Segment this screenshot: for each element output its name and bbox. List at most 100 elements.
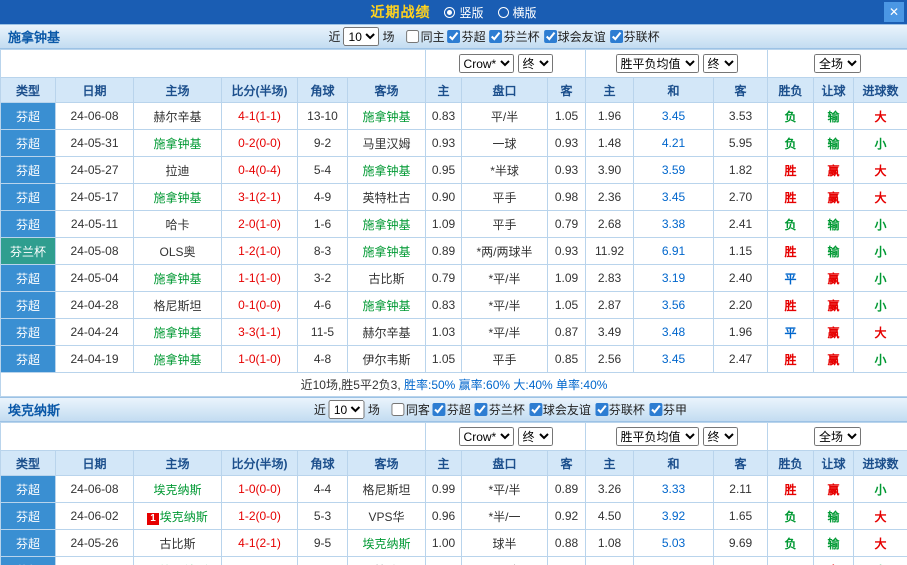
column-header-5: 角球: [298, 78, 348, 103]
near-count-select[interactable]: 10: [344, 27, 380, 46]
league-filter-checkbox[interactable]: 芬兰杯: [490, 28, 540, 45]
cell-euro-draw-odds: 6.91: [634, 238, 714, 265]
column-header-1: 类型: [1, 451, 56, 476]
league-checkbox-input[interactable]: [448, 30, 461, 43]
league-filter-checkbox[interactable]: 芬联杯: [595, 401, 645, 418]
handicap-period-select[interactable]: 终: [518, 54, 553, 73]
cell-league-type: 芬超: [1, 319, 56, 346]
cell-handicap-result: 赢: [814, 319, 854, 346]
league-filter-checkbox[interactable]: 球会友谊: [544, 28, 606, 45]
scope-select[interactable]: 全场: [814, 54, 861, 73]
league-checkbox-input[interactable]: [610, 30, 623, 43]
euro-period-select[interactable]: 终: [703, 54, 738, 73]
column-header-8: 盘口: [462, 451, 548, 476]
column-header-9: 客: [548, 78, 586, 103]
cell-goals-result: 小: [854, 130, 907, 157]
euro-period-select[interactable]: 终: [703, 427, 738, 446]
cell-away-team: 施拿钟基: [348, 103, 426, 130]
league-filter-checkbox[interactable]: 芬联杯: [610, 28, 660, 45]
cell-away-team: 伊尔韦斯: [348, 346, 426, 373]
league-checkbox-input[interactable]: [595, 403, 608, 416]
layout-radio-horizontal[interactable]: 横版: [498, 4, 537, 21]
league-filter-checkbox[interactable]: 芬兰杯: [475, 401, 525, 418]
league-checkbox-input[interactable]: [529, 403, 542, 416]
league-label: 球会友谊: [558, 28, 606, 45]
team-name-text: OLS奥: [159, 245, 195, 259]
cell-home-team: 拉迪: [134, 157, 222, 184]
league-label: 球会友谊: [543, 401, 591, 418]
same-away-checkbox-input[interactable]: [392, 403, 405, 416]
cell-league-type: 芬兰杯: [1, 238, 56, 265]
bookmaker-select[interactable]: Crow*: [459, 54, 514, 73]
cell-handicap-result: 赢: [814, 346, 854, 373]
close-button[interactable]: ✕: [884, 2, 904, 22]
cell-handicap-home-odds: 0.89: [426, 238, 462, 265]
cell-league-type: 芬超: [1, 211, 56, 238]
cell-corners: 4-6: [298, 292, 348, 319]
cell-corners: 4-4: [298, 476, 348, 503]
cell-handicap-home-odds: 0.93: [426, 130, 462, 157]
near-count-select[interactable]: 10: [329, 400, 365, 419]
league-filter-checkbox[interactable]: 芬超: [448, 28, 486, 45]
bookmaker-select[interactable]: Crow*: [459, 427, 514, 446]
cell-euro-draw-odds: 3.48: [634, 319, 714, 346]
cell-euro-away-odds: 1.96: [714, 319, 768, 346]
league-checkbox-input[interactable]: [433, 403, 446, 416]
cell-home-team: 施拿钟基: [134, 319, 222, 346]
league-filter-checkbox[interactable]: 球会友谊: [529, 401, 591, 418]
odds-average-select[interactable]: 胜平负均值: [616, 427, 699, 446]
same-home-checkbox-input[interactable]: [407, 30, 420, 43]
cell-handicap-away-odds: 0.98: [548, 184, 586, 211]
cell-goals-result: 小: [854, 557, 907, 565]
same-venue-checkbox[interactable]: 同客: [392, 401, 430, 418]
column-header-10: 主: [586, 451, 634, 476]
team-name-text: 施拿钟基: [363, 245, 411, 259]
cell-handicap-away-odds: 0.99: [548, 557, 586, 565]
cell-home-team: 施拿钟基: [134, 130, 222, 157]
cell-home-team: 格尼斯坦: [134, 292, 222, 319]
cell-goals-result: 小: [854, 476, 907, 503]
cell-euro-home-odds: 2.56: [586, 346, 634, 373]
cell-score: 0-4(0-4): [222, 157, 298, 184]
cell-result: 负: [768, 530, 814, 557]
cell-home-team: 1埃克纳斯: [134, 503, 222, 530]
handicap-period-select[interactable]: 终: [518, 427, 553, 446]
cell-handicap-line: 平/半: [462, 103, 548, 130]
match-row: 芬超24-06-08埃克纳斯1-0(0-0)4-4格尼斯坦0.99*平/半0.8…: [1, 476, 907, 503]
cell-away-team: 英特杜古: [348, 184, 426, 211]
cell-result: 胜: [768, 184, 814, 211]
summary-text: 近10场,胜5平2负3, 胜率:50% 赢率:60% 大:40% 单率:40%: [1, 373, 907, 397]
cell-away-team: 施拿钟基: [348, 211, 426, 238]
cell-handicap-line: *半/一: [462, 503, 548, 530]
league-filter-checkbox[interactable]: 芬超: [433, 401, 471, 418]
team-name-text: 埃克纳斯: [153, 483, 201, 497]
same-venue-checkbox[interactable]: 同主: [407, 28, 445, 45]
team-name-text: 施拿钟基: [153, 272, 201, 286]
cell-handicap-away-odds: 0.79: [548, 211, 586, 238]
scope-select[interactable]: 全场: [814, 427, 861, 446]
league-checkbox-input[interactable]: [649, 403, 662, 416]
column-header-15: 进球数: [854, 451, 907, 476]
cell-handicap-home-odds: 1.09: [426, 211, 462, 238]
league-checkbox-input[interactable]: [475, 403, 488, 416]
column-header-13: 胜负: [768, 451, 814, 476]
radio-horizontal-label: 横版: [513, 4, 537, 21]
cell-score: 3-1(2-1): [222, 184, 298, 211]
odds-average-select[interactable]: 胜平负均值: [616, 54, 699, 73]
cell-score: 1-1(1-0): [222, 557, 298, 565]
games-label: 场: [368, 401, 380, 418]
match-row: 芬超24-04-24施拿钟基3-3(1-1)11-5赫尔辛基1.03*平/半0.…: [1, 319, 907, 346]
league-label: 芬甲: [663, 401, 687, 418]
column-header-11: 和: [634, 451, 714, 476]
cell-goals-result: 大: [854, 530, 907, 557]
cell-result: 胜: [768, 292, 814, 319]
column-header-10: 主: [586, 78, 634, 103]
league-checkbox-input[interactable]: [544, 30, 557, 43]
league-filter-checkbox[interactable]: 芬甲: [649, 401, 687, 418]
match-row: 芬超24-05-31施拿钟基0-2(0-0)9-2马里汉姆0.93一球0.931…: [1, 130, 907, 157]
layout-radio-vertical[interactable]: 竖版: [444, 4, 483, 21]
cell-handicap-home-odds: 0.79: [426, 265, 462, 292]
section-header-away-team: 埃克纳斯 近 10 场 同客 芬超芬兰杯球会友谊芬联杯芬甲: [0, 397, 907, 422]
away-team-name: 埃克纳斯: [8, 400, 60, 419]
league-checkbox-input[interactable]: [490, 30, 503, 43]
